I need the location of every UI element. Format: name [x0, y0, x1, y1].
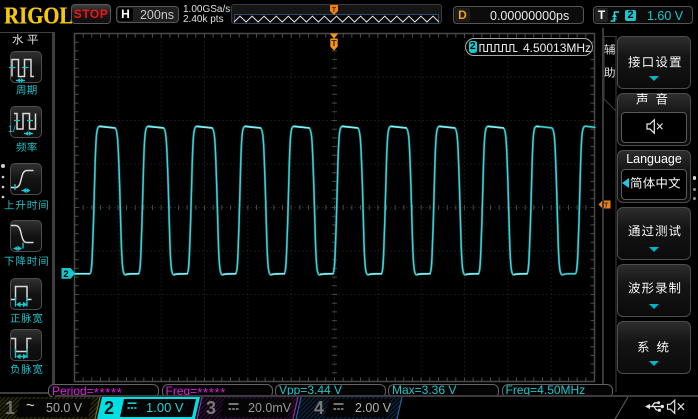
svg-text:T: T [331, 38, 337, 48]
svg-text:1/: 1/ [8, 124, 16, 134]
svg-text:2: 2 [63, 269, 68, 280]
svg-text:T: T [332, 7, 337, 14]
